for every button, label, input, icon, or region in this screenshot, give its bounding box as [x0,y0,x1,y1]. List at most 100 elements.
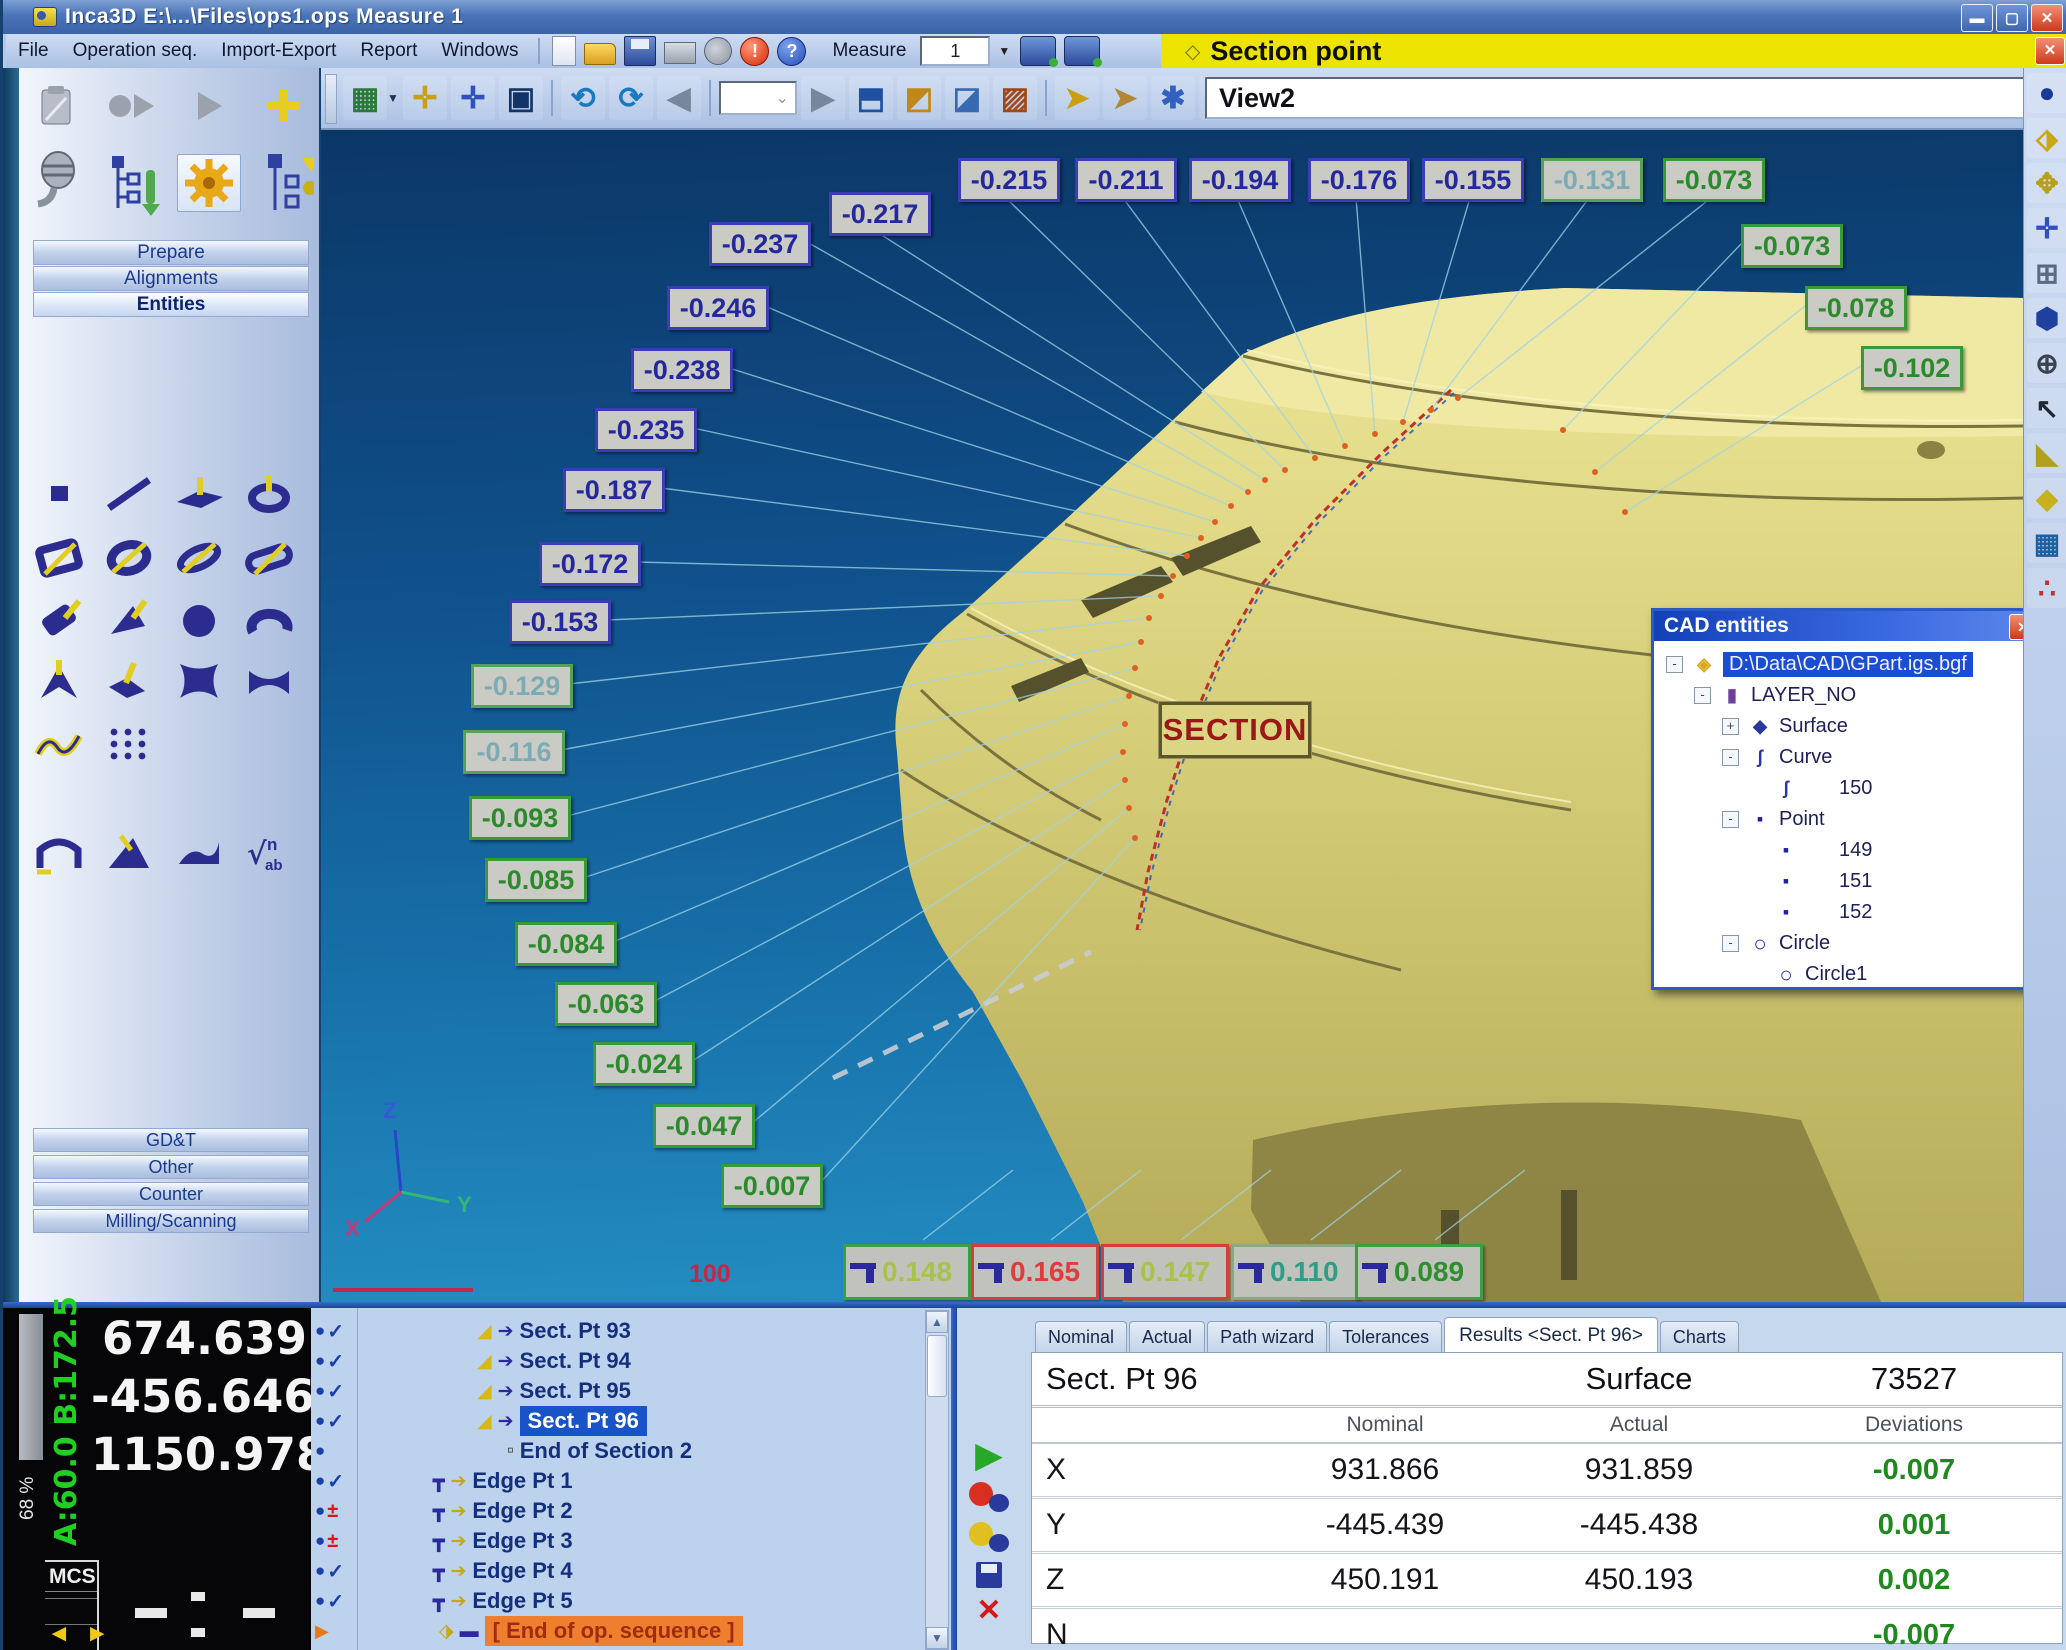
deviation-label[interactable]: -0.007 [721,1164,823,1208]
dro-scrollbar[interactable] [19,1314,43,1460]
operation-tree-item[interactable]: Edge Pt 4 [472,1558,572,1584]
cad-tree-item[interactable]: D:\Data\CAD\GPart.igs.bgf [1723,652,1973,677]
operation-tree-item[interactable]: End of Section 2 [520,1438,692,1464]
bridge-entity-icon[interactable] [27,826,91,878]
pick-measure-icon[interactable]: ↖ [2027,388,2066,428]
toolbar-handle[interactable] [325,74,337,124]
save-results-icon[interactable] [976,1562,1002,1588]
add-cad-label-icon[interactable]: ✛ [451,76,495,120]
recalc-all-icon[interactable] [969,1522,1009,1552]
deviation-label[interactable]: -0.238 [631,348,733,392]
cylinder-entity-icon[interactable] [27,592,91,644]
tab-tolerances[interactable]: Tolerances [1329,1321,1442,1352]
cad-tree-item[interactable]: Circle1 [1805,963,1867,986]
section-annotation[interactable]: SECTION [1159,702,1311,758]
deviation-label[interactable]: -0.116 [463,730,565,774]
phase-button-entities[interactable]: Entities [33,292,309,317]
cad-tree-item[interactable]: Point [1779,808,1825,831]
ellipse-entity-icon[interactable] [167,530,231,582]
new-document-icon[interactable] [552,36,576,66]
view-next-icon[interactable]: ▶ [801,76,845,120]
deviation-label[interactable]: -0.217 [829,192,931,236]
measure-number-combo[interactable]: 1 [920,36,990,66]
deviation-label[interactable]: -0.246 [667,286,769,330]
tree-expander-icon[interactable]: - [1722,811,1739,828]
deviation-label[interactable]: -0.215 [958,158,1060,202]
run-measure-icon[interactable]: ▶ [975,1438,1003,1472]
operation-tree-item[interactable]: Edge Pt 1 [472,1468,572,1494]
operation-tree-item[interactable]: Edge Pt 5 [472,1588,572,1614]
sphere-entity-icon[interactable] [167,592,231,644]
deviation-label[interactable]: -0.085 [485,858,587,902]
sequence-tree-icon[interactable] [101,155,163,211]
tab-results-sect-pt-96[interactable]: Results <Sect. Pt 96> [1444,1317,1658,1353]
tree-expander-icon[interactable]: + [1722,718,1739,735]
offset-tool-icon[interactable]: ⬗ [2027,118,2066,158]
deviation-label[interactable]: -0.024 [593,1042,695,1086]
deviation-label[interactable]: -0.237 [709,222,811,266]
capture-icon[interactable]: ⬒ [849,76,893,120]
cad-tree-item[interactable]: Surface [1779,715,1848,738]
coordinate-system-label[interactable]: MCS [45,1560,99,1592]
tree-expander-icon[interactable]: - [1666,656,1683,673]
open-folder-icon[interactable] [584,43,616,65]
torus-entity-icon[interactable] [237,592,301,644]
stop-info-icon[interactable]: ! [740,37,769,66]
tree-expander-icon[interactable]: - [1694,687,1711,704]
menu-windows[interactable]: Windows [441,40,518,62]
deviation-label[interactable]: -0.073 [1663,158,1765,202]
rotate-left-icon[interactable]: ⟲ [561,76,605,120]
mesh-entity-icon[interactable] [97,716,161,768]
curve-entity-icon[interactable] [27,716,91,768]
deviation-label[interactable]: -0.155 [1422,158,1524,202]
edge-deviation-flag[interactable]: 0.148 [843,1244,971,1300]
operation-tree-item[interactable]: [ End of op. sequence ] [485,1616,743,1646]
rect-entity-icon[interactable] [27,530,91,582]
recalc-icon[interactable] [969,1482,1009,1512]
entities-mode-icon[interactable] [177,154,241,212]
formula-entity-icon[interactable]: √nab [237,826,301,878]
edge-deviation-flag[interactable]: 0.110 [1231,1244,1359,1300]
circle-entity-icon[interactable] [237,468,301,520]
cube-view-icon[interactable]: ⬢ [2027,298,2066,338]
zoom-window-icon[interactable]: ⊞ [2027,253,2066,293]
slot-entity-icon[interactable] [237,530,301,582]
delete-result-icon[interactable]: ✕ [976,1598,1001,1624]
probe-go-icon[interactable] [1020,36,1056,66]
tree-scrollbar[interactable]: ▲ ▼ [925,1310,949,1650]
viewport-3d[interactable]: Z Y X 100 -0.215-0.211-0.194-0.176-0.155… [321,130,2023,1302]
measure-dropdown-icon[interactable]: ▼ [998,44,1010,58]
phase-button-alignments[interactable]: Alignments [33,266,309,291]
clipboard-icon[interactable] [25,78,87,134]
play-icon[interactable] [177,78,239,134]
scroll-up-icon[interactable]: ▲ [926,1311,948,1333]
plane-entity-icon[interactable] [167,468,231,520]
cad-tree-item[interactable]: 150 [1839,777,1872,800]
tab-path-wizard[interactable]: Path wizard [1207,1321,1327,1352]
deviation-label[interactable]: -0.084 [515,922,617,966]
deviation-label[interactable]: -0.235 [595,408,697,452]
cad-close-icon[interactable]: ✕ [2009,614,2023,640]
texture-icon[interactable]: ▨ [993,76,1037,120]
tab-nominal[interactable]: Nominal [1035,1321,1127,1352]
points-display-icon[interactable]: ∴ [2027,568,2066,608]
cone-entity-icon[interactable] [97,592,161,644]
clip-plane-icon[interactable]: ◪ [945,76,989,120]
screen-tool-icon[interactable]: ▦ [2027,523,2066,563]
view-number-combo[interactable]: ⌄ [719,81,797,115]
menu-report[interactable]: Report [360,40,417,62]
menu-file[interactable]: File [18,40,49,62]
ring-entity-icon[interactable] [97,530,161,582]
add-label-icon[interactable]: ✛ [403,76,447,120]
add-point-icon[interactable] [253,78,315,134]
category-button-counter[interactable]: Counter [33,1182,309,1206]
cad-tree-item[interactable]: 151 [1839,870,1872,893]
tree-expander-icon[interactable]: - [1722,749,1739,766]
banner-close-icon[interactable]: ✕ [2035,37,2065,65]
view-prev-icon[interactable]: ◀ [657,76,701,120]
pick-add-icon[interactable]: ✛ [2027,208,2066,248]
maximize-button[interactable]: ▢ [1996,4,2028,32]
measure-run-icon[interactable] [101,78,163,134]
deviation-label[interactable]: -0.153 [509,600,611,644]
probe-icon[interactable] [25,155,87,211]
